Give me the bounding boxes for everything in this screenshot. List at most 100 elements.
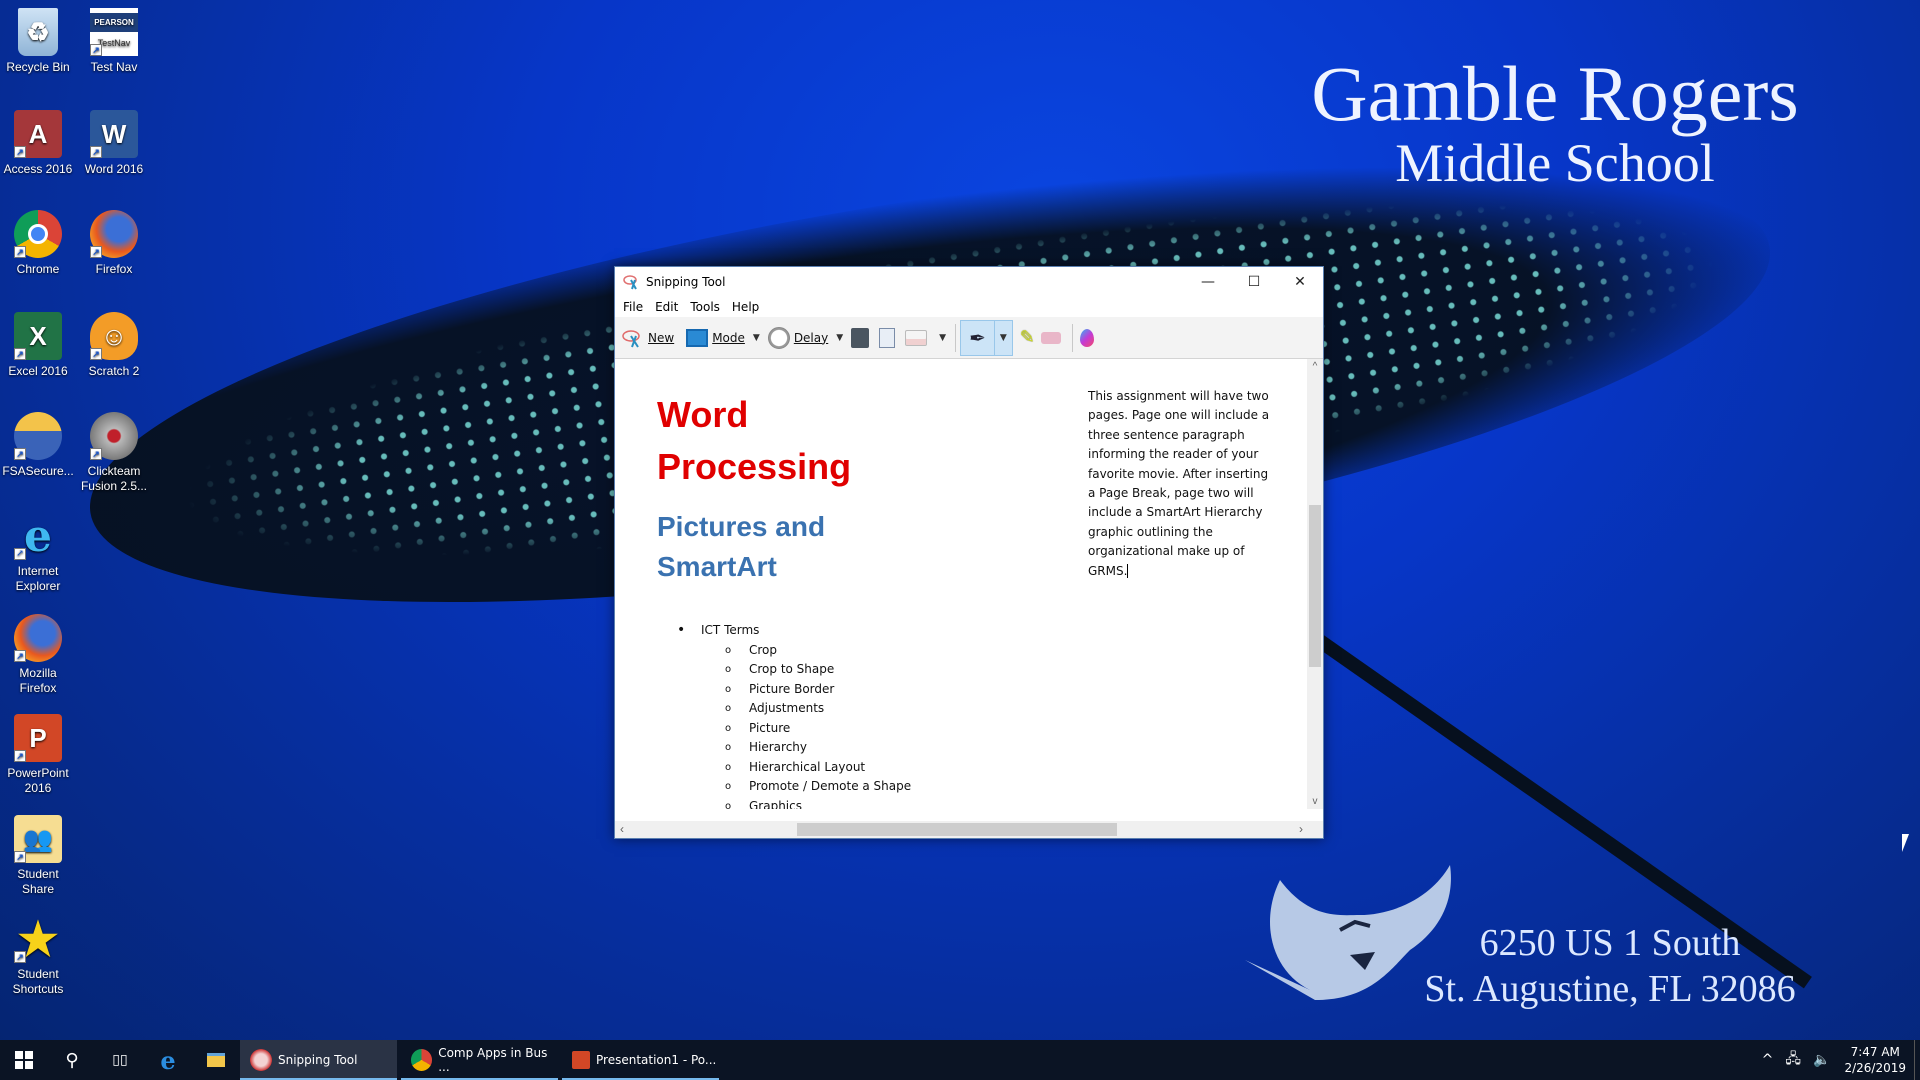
text-cursor: [1127, 564, 1129, 579]
list-item: Graphics: [677, 797, 911, 810]
shortcut-arrow-icon: ↗: [90, 44, 102, 56]
pen-button[interactable]: ✒ ▼: [960, 319, 1013, 356]
horizontal-scroll-thumb[interactable]: [797, 823, 1117, 836]
new-label: New: [648, 330, 675, 345]
desktop-icon-student-share[interactable]: 👥 ↗ Student Share: [0, 815, 76, 897]
desktop-icon-label: Chrome: [16, 262, 60, 276]
delay-button[interactable]: Delay: [765, 323, 831, 353]
highlighter-button[interactable]: ✎: [1017, 323, 1038, 353]
star-icon: ★ ↗: [14, 915, 62, 963]
desktop-icon-label: FSASecure...: [2, 464, 74, 478]
scroll-down-arrow[interactable]: v: [1307, 796, 1323, 807]
vertical-scrollbar[interactable]: ^ v: [1307, 359, 1323, 809]
desktop-icon-clickteam[interactable]: ↗ Clickteam Fusion 2.5...: [76, 412, 152, 494]
horizontal-scrollbar[interactable]: ‹ ›: [615, 821, 1308, 838]
task-label: Presentation1 - Po...: [596, 1053, 717, 1067]
internet-explorer-icon: e ↗: [14, 512, 62, 560]
text-line: three sentence paragraph: [1088, 427, 1245, 442]
mode-label: Mode: [712, 330, 745, 345]
list-item: Picture: [677, 719, 911, 739]
access-icon: A ↗: [14, 110, 62, 158]
show-hidden-icons-chevron-icon[interactable]: ^: [1756, 1052, 1780, 1068]
desktop-icon-recycle-bin[interactable]: ♻ Recycle Bin: [0, 8, 76, 75]
minimize-button[interactable]: —: [1185, 267, 1231, 297]
firefox-icon: ↗: [90, 210, 138, 258]
shortcut-arrow-icon: ↗: [14, 750, 26, 762]
school-type: Middle School: [1395, 133, 1715, 193]
toolbar-separator: [1071, 323, 1073, 352]
menu-tools[interactable]: Tools: [690, 300, 720, 314]
system-tray: ^ 🖧 🔈 7:47 AM 2/26/2019: [1756, 1040, 1920, 1080]
scroll-left-arrow[interactable]: ‹: [620, 821, 624, 838]
search-button[interactable]: ⚲: [48, 1040, 96, 1080]
shortcut-arrow-icon: ↗: [90, 448, 102, 460]
paint3d-button[interactable]: [1077, 323, 1101, 353]
taskbar-snipping-tool[interactable]: Snipping Tool: [240, 1040, 397, 1080]
subheading-line1: Pictures and: [657, 511, 826, 542]
vertical-scroll-thumb[interactable]: [1309, 505, 1321, 667]
desktop-icon-chrome[interactable]: ↗ Chrome: [0, 210, 76, 277]
taskbar-chrome[interactable]: Comp Apps in Bus ...: [401, 1040, 558, 1080]
pen-dropdown-arrow[interactable]: ▼: [993, 320, 1012, 355]
desktop-icon-access[interactable]: A ↗ Access 2016: [0, 110, 76, 177]
maximize-button[interactable]: ☐: [1231, 267, 1277, 297]
desktop-icon-label: Excel 2016: [8, 364, 68, 378]
shortcut-arrow-icon: ↗: [14, 851, 26, 863]
new-snip-button[interactable]: New: [619, 323, 677, 353]
desktop-icon-powerpoint[interactable]: P ↗ PowerPoint 2016: [0, 714, 76, 796]
desktop-icon-label: Access 2016: [3, 162, 73, 176]
desktop-icon-label: Clickteam Fusion 2.5...: [80, 464, 148, 493]
menu-edit[interactable]: Edit: [655, 300, 678, 314]
copy-button[interactable]: [876, 323, 902, 353]
text-line: organizational make up of: [1088, 544, 1245, 559]
clock-icon: [767, 326, 790, 349]
desktop-icon-mozilla-firefox[interactable]: ↗ Mozilla Firefox: [0, 614, 76, 696]
ict-terms-list: ICT Terms Crop Crop to Shape Picture Bor…: [677, 621, 911, 809]
save-button[interactable]: [848, 323, 876, 353]
desktop-icon-fsa-secure[interactable]: ↗ FSASecure...: [0, 412, 76, 479]
resize-grip[interactable]: [1307, 821, 1323, 838]
send-dropdown-arrow[interactable]: ▼: [934, 333, 951, 343]
file-explorer-button[interactable]: [192, 1040, 240, 1080]
task-view-button[interactable]: ▯▯: [96, 1040, 144, 1080]
taskbar-powerpoint[interactable]: Presentation1 - Po...: [562, 1040, 719, 1080]
volume-icon[interactable]: 🔈: [1807, 1052, 1836, 1068]
snipping-tool-window[interactable]: Snipping Tool — ☐ ✕ File Edit Tools Help…: [614, 266, 1324, 839]
network-icon[interactable]: 🖧: [1779, 1048, 1807, 1072]
clock[interactable]: 7:47 AM 2/26/2019: [1836, 1044, 1914, 1076]
desktop-icon-scratch[interactable]: ☺ ↗ Scratch 2: [76, 312, 152, 379]
mode-button[interactable]: Mode: [683, 323, 748, 353]
send-snip-button[interactable]: [902, 323, 934, 353]
text-line: a Page Break, page two will: [1088, 486, 1254, 501]
desktop-icon-excel[interactable]: X ↗ Excel 2016: [0, 312, 76, 379]
eraser-button[interactable]: [1038, 323, 1068, 353]
desktop-icon-firefox[interactable]: ↗ Firefox: [76, 210, 152, 277]
mode-dropdown-arrow[interactable]: ▼: [748, 333, 765, 343]
close-button[interactable]: ✕: [1277, 267, 1323, 297]
menu-file[interactable]: File: [623, 300, 643, 314]
desktop-icon-internet-explorer[interactable]: e ↗ Internet Explorer: [0, 512, 76, 594]
rectangle-snip-icon: [686, 328, 709, 347]
desktop-icon-word[interactable]: W ↗ Word 2016: [76, 110, 152, 177]
desktop-icon-student-shortcuts[interactable]: ★ ↗ Student Shortcuts: [0, 915, 76, 997]
desktop-icon-label: Firefox: [95, 262, 133, 276]
scroll-up-arrow[interactable]: ^: [1307, 361, 1323, 372]
desktop-icon-label: PowerPoint 2016: [7, 766, 69, 795]
folder-icon: [207, 1053, 225, 1067]
edge-button[interactable]: e: [144, 1040, 192, 1080]
delay-dropdown-arrow[interactable]: ▼: [831, 333, 848, 343]
show-desktop-button[interactable]: [1914, 1040, 1920, 1080]
scroll-right-arrow[interactable]: ›: [1299, 821, 1303, 838]
menu-help[interactable]: Help: [732, 300, 759, 314]
pen-icon: ✒: [969, 325, 986, 350]
address-line1: 6250 US 1 South: [1479, 922, 1741, 964]
start-button[interactable]: [0, 1040, 48, 1080]
list-title: ICT Terms: [677, 621, 911, 641]
desktop-icon-label: Word 2016: [84, 162, 144, 176]
scratch-icon: ☺ ↗: [90, 312, 138, 360]
testnav-text: TestNav: [97, 38, 131, 48]
mouse-pointer-icon: [1902, 834, 1916, 852]
desktop-icon-test-nav[interactable]: PEARSON TestNav ↗ Test Nav: [76, 8, 152, 75]
text-line: pages. Page one will include a: [1088, 408, 1270, 423]
title-bar[interactable]: Snipping Tool — ☐ ✕: [615, 267, 1323, 297]
